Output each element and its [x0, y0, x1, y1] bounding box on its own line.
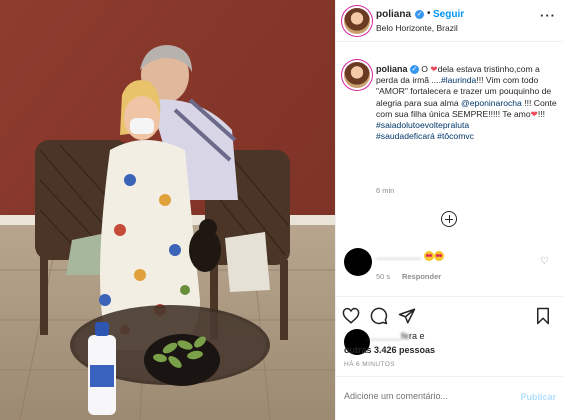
- comment-timestamp: 50 s: [376, 272, 391, 281]
- more-options-icon[interactable]: ···: [540, 8, 556, 23]
- liker-username[interactable]: _______fe: [366, 331, 409, 341]
- author-username[interactable]: poliana: [376, 9, 411, 20]
- reply-button[interactable]: Responder: [402, 272, 441, 281]
- author-avatar[interactable]: [344, 8, 370, 34]
- caption-text-1: O: [418, 64, 431, 74]
- post-timestamp: HÁ 6 MINUTOS: [344, 361, 395, 368]
- publish-button[interactable]: Publicar: [520, 392, 556, 402]
- caption-verified-badge-icon: ✓: [409, 65, 419, 75]
- heart-emoji-icon: ❤: [430, 64, 438, 74]
- heart-emoji-icon-2: ❤: [530, 108, 538, 119]
- heart-eyes-emoji-icon: [433, 250, 444, 261]
- liked-by-tail: ra e: [409, 331, 425, 341]
- commenter-avatar-redacted[interactable]: [344, 248, 372, 276]
- likes-count[interactable]: outras 3.426 pessoas: [344, 345, 435, 355]
- post-location[interactable]: Belo Horizonte, Brazil: [376, 23, 458, 33]
- like-heart-icon[interactable]: [342, 307, 360, 325]
- likes-count-text[interactable]: outras 3.426 pessoas: [344, 345, 435, 355]
- load-more-comments-icon[interactable]: [441, 211, 457, 227]
- post-header: poliana ✓ • Seguir Belo Horizonte, Brazi…: [336, 0, 563, 42]
- post-photo[interactable]: [0, 0, 335, 420]
- header-separator: •: [427, 8, 431, 19]
- post-actions: _______fera e outras 3.426 pessoas HÁ 6 …: [336, 296, 563, 386]
- comment-bubble-icon[interactable]: [370, 307, 388, 325]
- hashtag-link[interactable]: #laurinda: [441, 75, 476, 85]
- share-paper-plane-icon[interactable]: [398, 307, 416, 325]
- caption-author-avatar[interactable]: [344, 62, 370, 88]
- save-bookmark-icon[interactable]: [534, 307, 552, 325]
- caption-text-5: !!!: [537, 108, 545, 119]
- heart-eyes-emoji-icon: [423, 250, 434, 261]
- post-caption: poliana ✓ O ❤dela estava tristinho,com a…: [376, 64, 562, 142]
- liked-by-line: _______fera e: [366, 331, 425, 341]
- follow-button[interactable]: Seguir: [433, 9, 464, 20]
- mention-link[interactable]: @eponinarocha: [461, 98, 522, 108]
- post-photo-drawing: [0, 0, 335, 420]
- caption-username[interactable]: poliana: [376, 64, 408, 74]
- commenter-username[interactable]: _________: [376, 250, 421, 260]
- caption-timestamp: 6 min: [376, 186, 395, 195]
- hashtag-link[interactable]: #saiadolutoevoltepraluta: [376, 120, 469, 130]
- comment-like-icon[interactable]: ♡: [540, 256, 549, 267]
- comment-input[interactable]: [344, 391, 504, 401]
- hashtag-link[interactable]: #saudadeficará: [376, 131, 435, 141]
- add-comment-bar: Publicar: [336, 376, 563, 420]
- post-side-panel: poliana ✓ • Seguir Belo Horizonte, Brazi…: [335, 0, 563, 420]
- hashtag-link[interactable]: #tôcomvc: [437, 131, 474, 141]
- comment-text: _________: [376, 250, 444, 261]
- verified-badge-icon: ✓: [415, 10, 424, 19]
